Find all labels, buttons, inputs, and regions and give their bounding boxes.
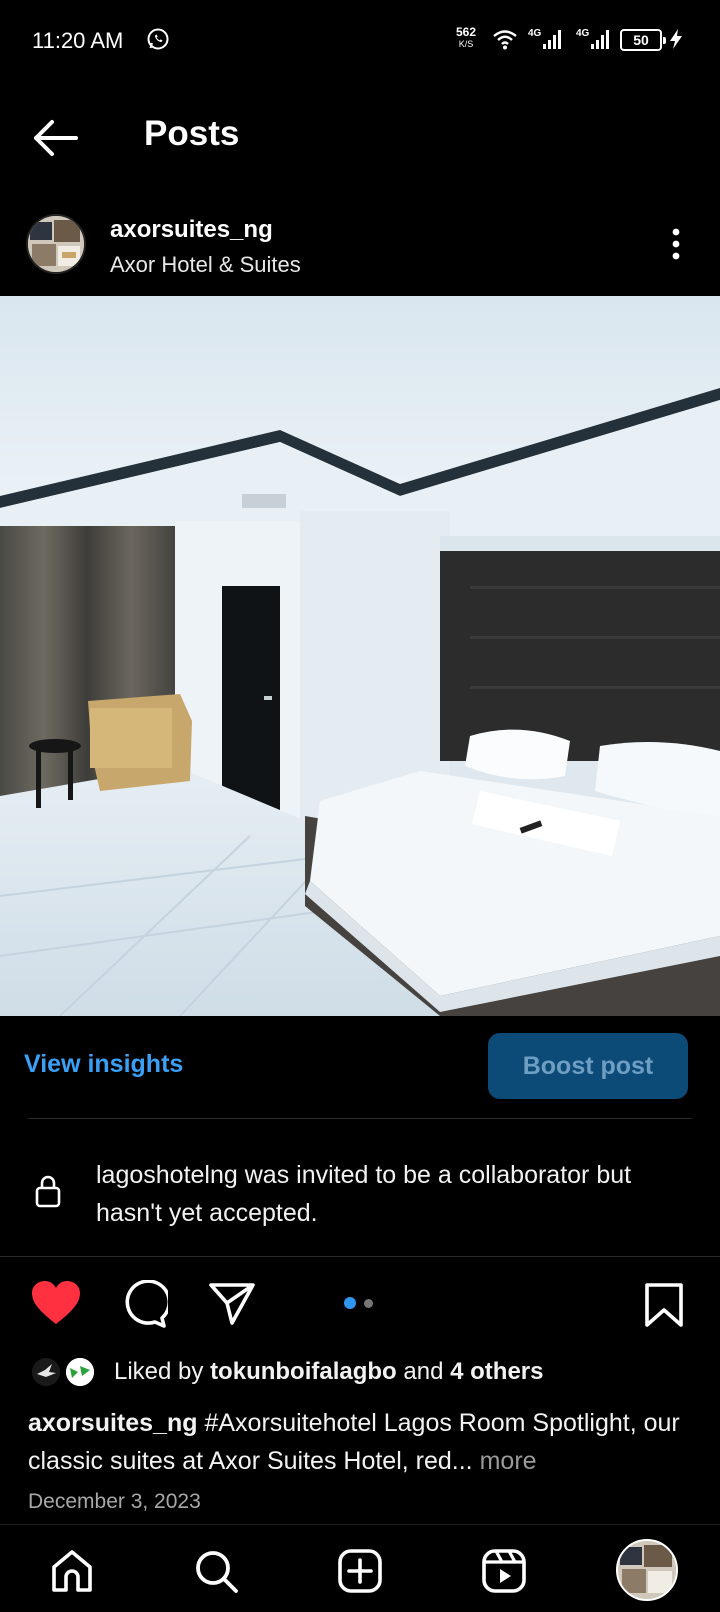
heart-icon[interactable] (30, 1280, 82, 1326)
search-icon[interactable] (192, 1547, 240, 1595)
liker-avatar[interactable] (64, 1356, 96, 1388)
home-icon[interactable] (48, 1547, 96, 1595)
dove-image (32, 1358, 60, 1386)
post-caption[interactable]: axorsuites_ng #Axorsuitehotel Lagos Room… (28, 1404, 704, 1480)
caption-more-link[interactable]: more (473, 1447, 537, 1475)
bookmark-icon[interactable] (644, 1282, 684, 1328)
hotel-room-photo (0, 296, 720, 1016)
network-type-1: 4G (528, 28, 542, 39)
wifi-icon (493, 30, 517, 50)
speed-value: 562 (456, 25, 477, 39)
divider (28, 1118, 692, 1119)
speed-unit: K/S (458, 39, 474, 49)
carousel-dot-active (344, 1297, 356, 1309)
charging-bolt-icon (670, 29, 682, 49)
signal-icon: 4G (528, 28, 561, 49)
view-insights-link[interactable]: View insights (24, 1050, 183, 1079)
comment-icon[interactable] (118, 1280, 168, 1328)
liked-by-prefix: Liked by (114, 1358, 211, 1385)
divider (0, 1256, 720, 1257)
post-date: December 3, 2023 (28, 1490, 201, 1513)
collaborator-notice[interactable]: lagoshotelng was invited to be a collabo… (96, 1156, 696, 1232)
whatsapp-icon (147, 28, 169, 50)
avatar-collage-image (28, 216, 84, 272)
share-icon[interactable] (208, 1282, 256, 1326)
network-type-2: 4G (576, 28, 590, 39)
caption-username[interactable]: axorsuites_ng (28, 1409, 198, 1437)
green-logo-image (66, 1358, 94, 1386)
bottom-nav (0, 1524, 720, 1612)
page-title: Posts (144, 114, 240, 153)
profile-collage-image (618, 1541, 676, 1599)
liked-by-user[interactable]: tokunboifalagbo (210, 1358, 397, 1385)
signal-icon-2: 4G (576, 28, 609, 49)
post-location[interactable]: Axor Hotel & Suites (110, 252, 301, 278)
likes-summary[interactable]: Liked by tokunboifalagbo and 4 others (114, 1358, 543, 1386)
lock-icon (35, 1175, 61, 1208)
create-post-icon[interactable] (336, 1547, 384, 1595)
status-time: 11:20 AM (32, 28, 124, 53)
battery-indicator: 50 (620, 29, 666, 51)
avatar[interactable] (26, 214, 86, 274)
reels-icon[interactable] (480, 1547, 528, 1595)
network-speed: 562 K/S (456, 26, 476, 50)
post-image[interactable] (0, 296, 720, 1016)
liked-by-middle: and (396, 1358, 451, 1385)
profile-avatar[interactable] (616, 1539, 678, 1601)
status-bar: 11:20 AM 562 K/S 4G 4G 50 (0, 0, 720, 80)
carousel-dot (364, 1299, 373, 1308)
liked-by-others[interactable]: 4 others (450, 1358, 543, 1385)
post-username[interactable]: axorsuites_ng (110, 216, 273, 244)
back-arrow-icon[interactable] (30, 116, 80, 160)
liker-avatar[interactable] (30, 1356, 62, 1388)
boost-post-button[interactable]: Boost post (488, 1033, 688, 1099)
more-options-icon[interactable] (664, 224, 688, 264)
